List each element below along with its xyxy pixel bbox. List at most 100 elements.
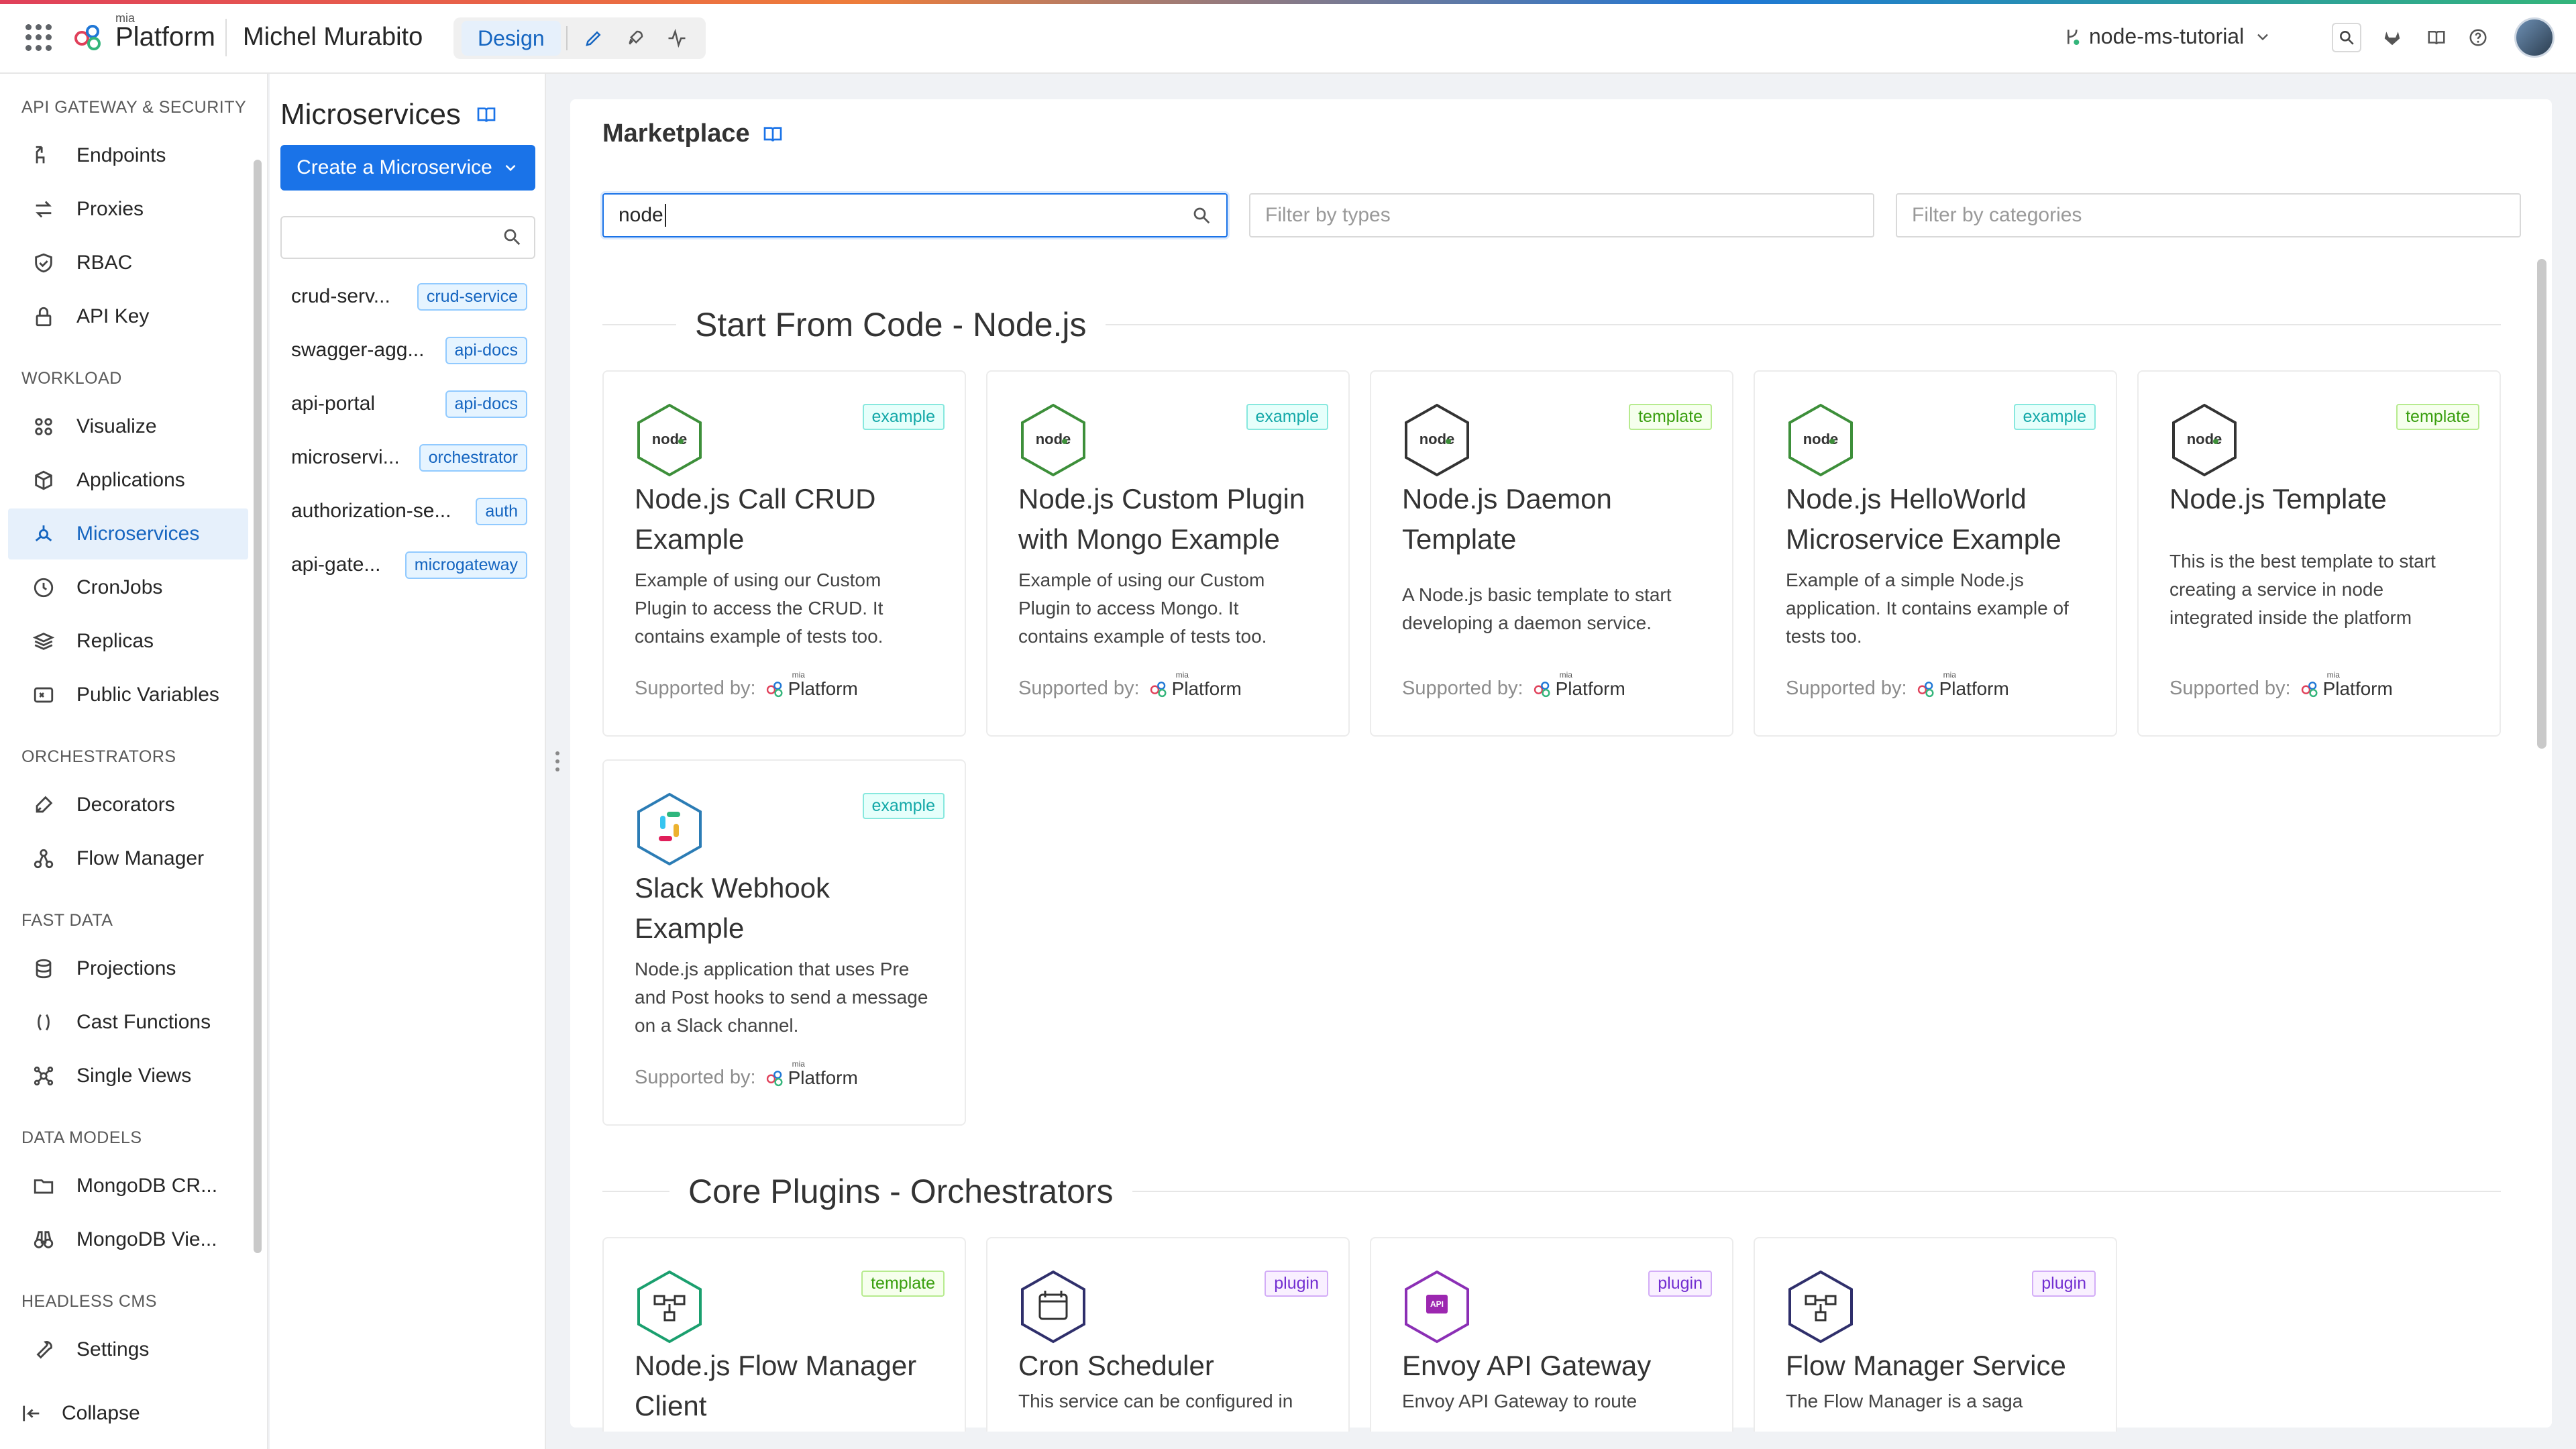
list-item[interactable]: crud-serv... crud-service [291, 276, 527, 317]
pulse-icon[interactable] [656, 21, 698, 56]
pencil-icon[interactable] [573, 21, 614, 56]
card-tag: example [862, 404, 945, 430]
microservice-tag: microgateway [405, 551, 527, 579]
marketplace-card[interactable]: template node Node.js Template This is t… [2137, 370, 2501, 737]
microservice-search-input[interactable] [280, 216, 535, 259]
mode-design-button[interactable]: Design [462, 21, 561, 56]
card-tag: template [861, 1271, 945, 1297]
sidebar-item-visualize[interactable]: Visualize [8, 401, 248, 452]
list-item[interactable]: api-gate... microgateway [291, 545, 527, 585]
sidebar-item-proxies[interactable]: Proxies [8, 184, 248, 235]
sidebar-item-mongodb-crud[interactable]: MongoDB CR... [8, 1161, 248, 1212]
mia-platform-logo[interactable]: mia Platform [72, 11, 215, 55]
collapse-icon [23, 1405, 40, 1421]
marketplace-scrollbar[interactable] [2537, 259, 2546, 749]
microservices-panel: Microservices Create a Microservice crud… [270, 74, 546, 1449]
sidebar-item-public-variables[interactable]: Public Variables [8, 669, 248, 720]
mia-platform-logo: mia Platform [1533, 670, 1625, 700]
marketplace-card[interactable]: example node Node.js HelloWorld Microser… [1754, 370, 2117, 737]
list-item[interactable]: authorization-se... auth [291, 491, 527, 531]
sidebar-collapse-button[interactable]: Collapse [20, 1402, 140, 1425]
filter-categories-select[interactable]: Filter by categories [1896, 193, 2521, 237]
sidebar-item-label: Visualize [76, 415, 157, 437]
gitlab-icon[interactable] [2377, 23, 2407, 52]
sidebar-item-cronjobs[interactable]: CronJobs [8, 562, 248, 613]
parentheses-icon [28, 1007, 59, 1038]
user-avatar[interactable] [2514, 17, 2555, 58]
binoculars-icon [28, 1224, 59, 1255]
sidebar-section-title: API GATEWAY & SECURITY [21, 98, 247, 117]
list-item[interactable]: swagger-agg... api-docs [291, 330, 527, 370]
sidebar-item-decorators[interactable]: Decorators [8, 780, 248, 830]
marketplace-card[interactable]: template Node.js Flow Manager Client [602, 1237, 966, 1432]
marketplace-card[interactable]: plugin API Envoy API Gateway Envoy API G… [1370, 1237, 1733, 1432]
sidebar-section-title: HEADLESS CMS [21, 1292, 157, 1311]
card-title: Node.js Daemon Template [1402, 483, 1612, 555]
create-microservice-button[interactable]: Create a Microservice [280, 145, 535, 191]
sidebar-item-mongodb-views[interactable]: MongoDB Vie... [8, 1214, 248, 1265]
filter-types-select[interactable]: Filter by types [1249, 193, 1874, 237]
marketplace-card[interactable]: template node Node.js Daemon Template A … [1370, 370, 1733, 737]
supported-by-label: Supported by: [2169, 678, 2291, 699]
layers-icon [28, 626, 59, 657]
nodejs-icon: node [1788, 403, 1853, 477]
database-icon [28, 953, 59, 984]
docs-book-icon[interactable] [476, 104, 497, 125]
list-item[interactable]: microservi... orchestrator [291, 437, 527, 478]
card-title: Node.js Custom Plugin with Mongo Example [1018, 483, 1305, 555]
supporter-name: Platform [1939, 678, 2009, 699]
marketplace-search-input[interactable]: node [602, 193, 1228, 237]
sidebar-item-endpoints[interactable]: Endpoints [8, 130, 248, 181]
flow-manager-client-icon [637, 1270, 702, 1344]
sidebar-item-projections[interactable]: Projections [8, 943, 248, 994]
card-description: Envoy API Gateway to route [1402, 1391, 1638, 1411]
sidebar-item-applications[interactable]: Applications [8, 455, 248, 506]
nodejs-icon: node [1021, 403, 1085, 477]
card-supported-by: Supported by: mia Platform [1018, 670, 1242, 700]
search-icon [1191, 205, 1212, 231]
divider [225, 19, 227, 56]
sidebar-item-single-views[interactable]: Single Views [8, 1051, 248, 1102]
sidebar-item-settings[interactable]: Settings [8, 1324, 248, 1375]
card-tag: plugin [2032, 1271, 2096, 1297]
sidebar-item-label: MongoDB Vie... [76, 1228, 217, 1250]
panel-resize-handle[interactable] [555, 751, 559, 771]
folder-icon [28, 1171, 59, 1201]
calendar-icon [1021, 1270, 1085, 1344]
sidebar-item-rbac[interactable]: RBAC [8, 237, 248, 288]
sidebar-item-microservices[interactable]: Microservices [8, 508, 248, 559]
search-icon[interactable] [2332, 23, 2361, 52]
marketplace-card[interactable]: example Slack Webhook Example Node.js ap… [602, 759, 966, 1126]
docs-book-icon[interactable] [762, 123, 784, 145]
sidebar-item-flow-manager[interactable]: Flow Manager [8, 833, 248, 884]
mia-platform-logo: mia Platform [1149, 670, 1242, 700]
card-title: Node.js Template [2169, 483, 2387, 515]
sidebar-item-replicas[interactable]: Replicas [8, 616, 248, 667]
project-selector[interactable]: node-ms-tutorial [2062, 24, 2272, 49]
marketplace-card[interactable]: plugin Flow Manager Service The Flow Man… [1754, 1237, 2117, 1432]
microservice-name: microservi... [291, 446, 400, 468]
marketplace-card[interactable]: plugin Cron Scheduler This service can b… [986, 1237, 1350, 1432]
docs-book-icon[interactable] [2422, 23, 2451, 52]
panel-title: Microservices [280, 98, 497, 131]
list-item[interactable]: api-portal api-docs [291, 384, 527, 424]
card-title: Cron Scheduler [1018, 1350, 1214, 1381]
supporter-small-text: mia [792, 1059, 805, 1069]
help-icon[interactable] [2463, 23, 2493, 52]
sidebar: API GATEWAY & SECURITY Endpoints Proxies… [0, 74, 268, 1449]
sidebar-item-label: Single Views [76, 1065, 192, 1087]
sidebar-section-title: ORCHESTRATORS [21, 747, 176, 766]
card-supported-by: Supported by: mia Platform [1786, 670, 2009, 700]
nodejs-icon: node [637, 403, 702, 477]
sidebar-item-label: Public Variables [76, 684, 219, 706]
sidebar-scrollbar[interactable] [254, 160, 262, 1253]
card-description: The Flow Manager is a saga [1786, 1391, 2023, 1411]
marketplace-card[interactable]: example node Node.js Custom Plugin with … [986, 370, 1350, 737]
marketplace-card[interactable]: example node Node.js Call CRUD Example E… [602, 370, 966, 737]
visualize-icon [28, 411, 59, 442]
rocket-icon[interactable] [614, 21, 656, 56]
app-switcher-icon[interactable] [25, 24, 52, 51]
sidebar-item-cast-functions[interactable]: Cast Functions [8, 997, 248, 1048]
company-name[interactable]: Michel Murabito [243, 23, 423, 52]
sidebar-item-api-key[interactable]: API Key [8, 291, 248, 342]
